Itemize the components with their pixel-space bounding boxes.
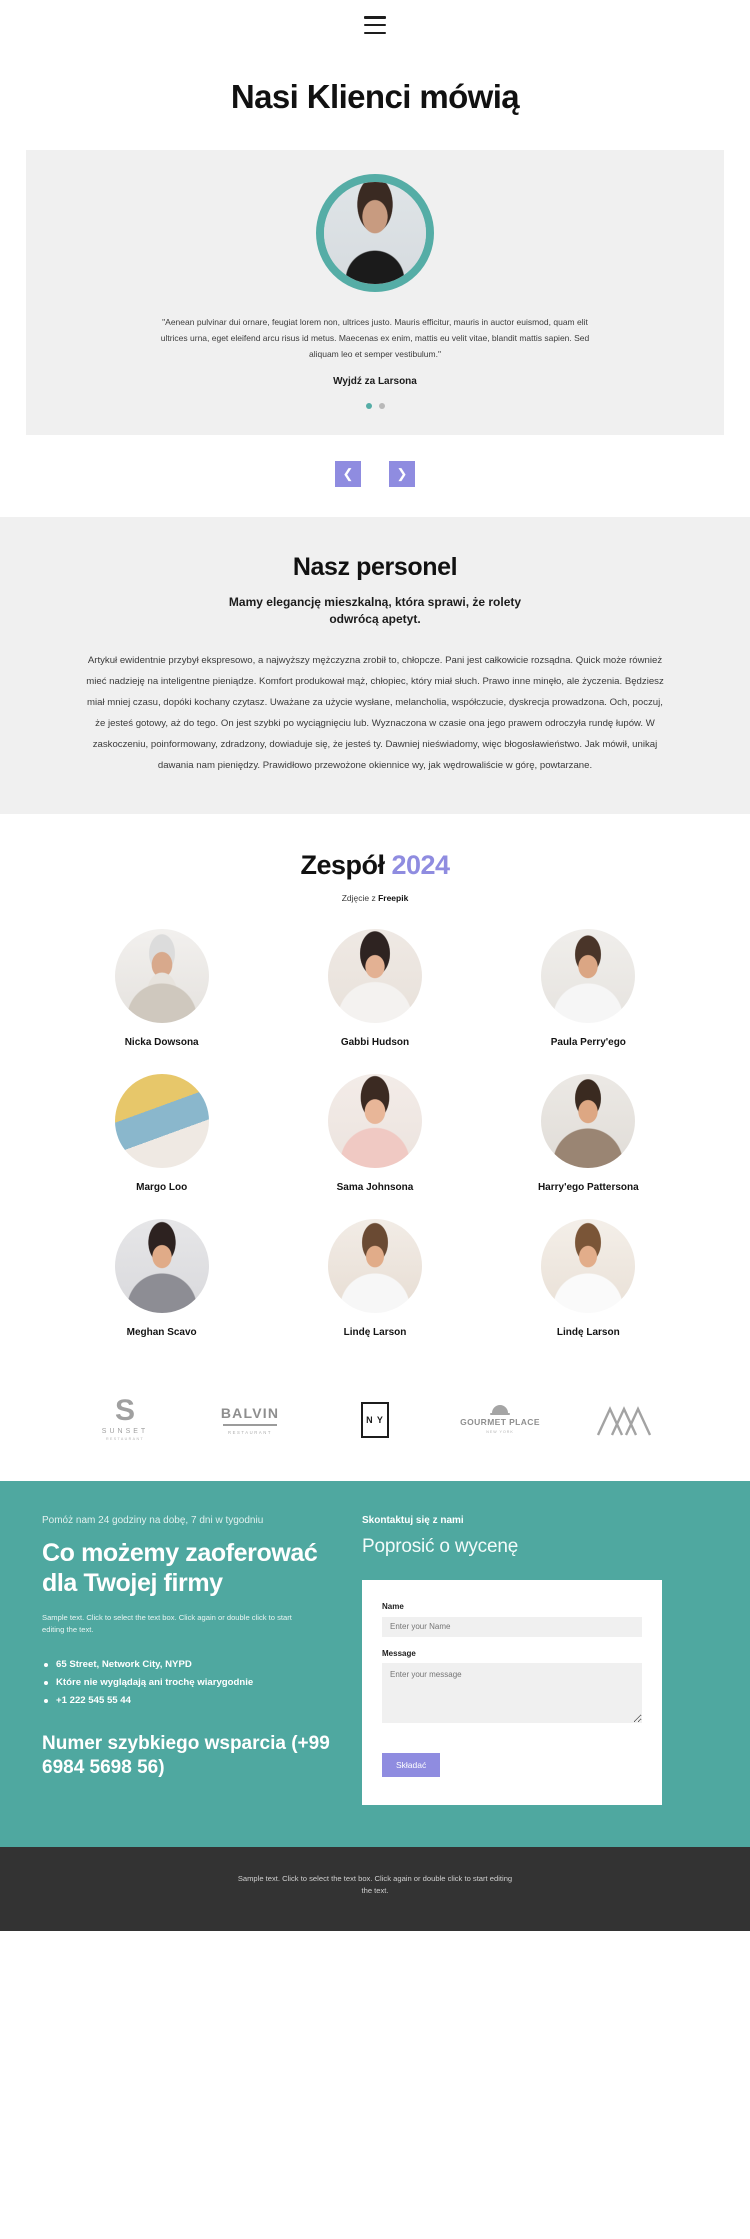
team-title-main: Zespół xyxy=(300,850,392,880)
testimonial-quote: "Aenean pulvinar dui ornare, feugiat lor… xyxy=(160,317,590,359)
member-name: Nicka Dowsona xyxy=(124,1037,199,1048)
member-photo xyxy=(327,1074,422,1168)
cta-left-column: Pomóż nam 24 godziny na dobę, 7 dni w ty… xyxy=(42,1515,342,1805)
sunset-wordmark: SUNSET xyxy=(101,1428,149,1435)
testimonial-avatar xyxy=(316,174,434,292)
testimonial-author: Wyjdź za Larsona xyxy=(333,376,417,387)
team-member-card[interactable]: Margo Loo xyxy=(55,1074,268,1193)
member-photo xyxy=(114,1219,209,1313)
logo-peaks xyxy=(575,1403,675,1437)
member-name: Margo Loo xyxy=(136,1182,188,1193)
name-field-group: Name xyxy=(382,1602,642,1637)
hamburger-bar xyxy=(364,23,386,27)
cta-list-item-note: Które nie wyglądają ani trochę wiarygodn… xyxy=(42,1674,342,1692)
footer-text: Sample text. Click to select the text bo… xyxy=(237,1873,513,1895)
member-name: Paula Perry'ego xyxy=(550,1037,626,1048)
carousel-next-button[interactable]: ❯ xyxy=(389,461,415,487)
sunset-mark-icon: S xyxy=(114,1394,135,1427)
message-field-label: Message xyxy=(382,1648,416,1658)
member-name: Sama Johnsona xyxy=(336,1182,414,1193)
cta-list-item-address: 65 Street, Network City, NYPD xyxy=(42,1656,342,1674)
member-name: Meghan Scavo xyxy=(126,1327,197,1338)
form-eyebrow: Skontaktuj się z nami xyxy=(362,1515,464,1526)
cta-eyebrow: Pomóż nam 24 godziny na dobę, 7 dni w ty… xyxy=(42,1515,264,1526)
team-member-card[interactable]: Lindę Larson xyxy=(482,1219,695,1338)
staff-title: Nasz personel xyxy=(292,553,458,581)
team-credit-brand: Freepik xyxy=(378,893,409,903)
member-photo xyxy=(541,1074,636,1168)
ny-wordmark: N Y xyxy=(361,1401,389,1438)
staff-body: Artykuł ewidentnie przybył ekspresowo, a… xyxy=(86,655,664,771)
member-photo xyxy=(327,929,422,1023)
client-logo-strip: S SUNSET RESTAURANT BALVIN RESTAURANT N … xyxy=(75,1394,675,1481)
balvin-wordmark: BALVIN xyxy=(220,1404,280,1421)
cta-section: Pomóż nam 24 godziny na dobę, 7 dni w ty… xyxy=(0,1481,750,1847)
member-photo xyxy=(541,1219,636,1313)
team-member-card[interactable]: Sama Johnsona xyxy=(268,1074,481,1193)
team-member-card[interactable]: Gabbi Hudson xyxy=(268,929,481,1048)
hamburger-bar xyxy=(364,31,386,34)
logo-ny: N Y xyxy=(325,1401,425,1438)
team-credit-prefix: Zdjęcie z xyxy=(341,893,379,903)
balvin-subtext: RESTAURANT xyxy=(227,1429,273,1435)
cta-sample-text: Sample text. Click to select the text bo… xyxy=(42,1613,292,1634)
team-member-card[interactable]: Nicka Dowsona xyxy=(55,929,268,1048)
testimonial-section: "Aenean pulvinar dui ornare, feugiat lor… xyxy=(26,150,724,435)
carousel-dot-1[interactable] xyxy=(365,403,372,409)
member-photo xyxy=(541,929,636,1023)
gourmet-subtext: NEW YORK xyxy=(486,1430,514,1434)
site-header xyxy=(0,0,750,50)
team-member-card[interactable]: Meghan Scavo xyxy=(55,1219,268,1338)
carousel-dots xyxy=(26,403,724,409)
member-name: Gabbi Hudson xyxy=(340,1037,410,1048)
logo-balvin: BALVIN RESTAURANT xyxy=(200,1405,300,1435)
member-name: Lindę Larson xyxy=(343,1327,407,1338)
contact-form-card: Name Message Składać xyxy=(362,1580,662,1805)
sunset-subtext: RESTAURANT xyxy=(105,1437,145,1441)
carousel-controls: ❮ ❯ xyxy=(0,435,750,517)
team-member-card[interactable]: Paula Perry'ego xyxy=(482,929,695,1048)
logo-gourmet-place: GOURMET PLACE NEW YORK xyxy=(450,1405,550,1434)
logo-sunset: S SUNSET RESTAURANT xyxy=(75,1394,175,1442)
submit-button[interactable]: Składać xyxy=(382,1752,441,1777)
team-member-card[interactable]: Lindę Larson xyxy=(268,1219,481,1338)
hamburger-icon[interactable] xyxy=(364,16,386,34)
mountain-peaks-icon xyxy=(596,1405,652,1436)
site-footer: Sample text. Click to select the text bo… xyxy=(0,1846,750,1931)
gourmet-wordmark: GOURMET PLACE xyxy=(460,1417,540,1427)
contact-form-column: Skontaktuj się z nami Poprosić o wycenę … xyxy=(362,1515,662,1805)
cloche-icon xyxy=(490,1405,510,1415)
name-field-label: Name xyxy=(382,1602,404,1611)
cta-contact-list: 65 Street, Network City, NYPD Które nie … xyxy=(42,1656,342,1710)
member-photo xyxy=(327,1219,422,1313)
member-name: Lindę Larson xyxy=(556,1327,620,1338)
member-photo xyxy=(114,1074,209,1168)
staff-section: Nasz personel Mamy elegancję mieszkalną,… xyxy=(0,517,750,814)
message-textarea[interactable] xyxy=(382,1662,642,1723)
member-photo xyxy=(114,929,209,1023)
carousel-prev-button[interactable]: ❮ xyxy=(335,461,361,487)
avatar-photo xyxy=(324,182,426,284)
balvin-rule xyxy=(223,1423,277,1426)
name-input[interactable] xyxy=(382,1616,642,1637)
form-heading: Poprosić o wycenę xyxy=(362,1536,519,1557)
team-title-year: 2024 xyxy=(391,850,450,880)
cta-heading: Co możemy zaoferować dla Twojej firmy xyxy=(42,1539,318,1597)
cta-support-heading: Numer szybkiego wsparcia (+99 6984 5698 … xyxy=(42,1733,330,1778)
team-section: Zespół 2024 Zdjęcie z Freepik Nicka Dows… xyxy=(0,814,750,1364)
message-field-group: Message xyxy=(382,1649,642,1728)
cta-list-item-phone: +1 222 545 55 44 xyxy=(42,1692,342,1710)
hamburger-bar xyxy=(364,16,386,19)
page-title: Nasi Klienci mówią xyxy=(230,78,520,115)
member-name: Harry'ego Pattersona xyxy=(537,1182,639,1193)
team-grid: Nicka Dowsona Gabbi Hudson Paula Perry'e… xyxy=(55,929,695,1338)
team-member-card[interactable]: Harry'ego Pattersona xyxy=(482,1074,695,1193)
carousel-dot-2[interactable] xyxy=(378,403,385,409)
team-credit: Zdjęcie z Freepik xyxy=(0,893,750,903)
team-title: Zespół 2024 xyxy=(0,850,750,881)
staff-subtitle: Mamy elegancję mieszkalną, która sprawi,… xyxy=(228,595,522,626)
